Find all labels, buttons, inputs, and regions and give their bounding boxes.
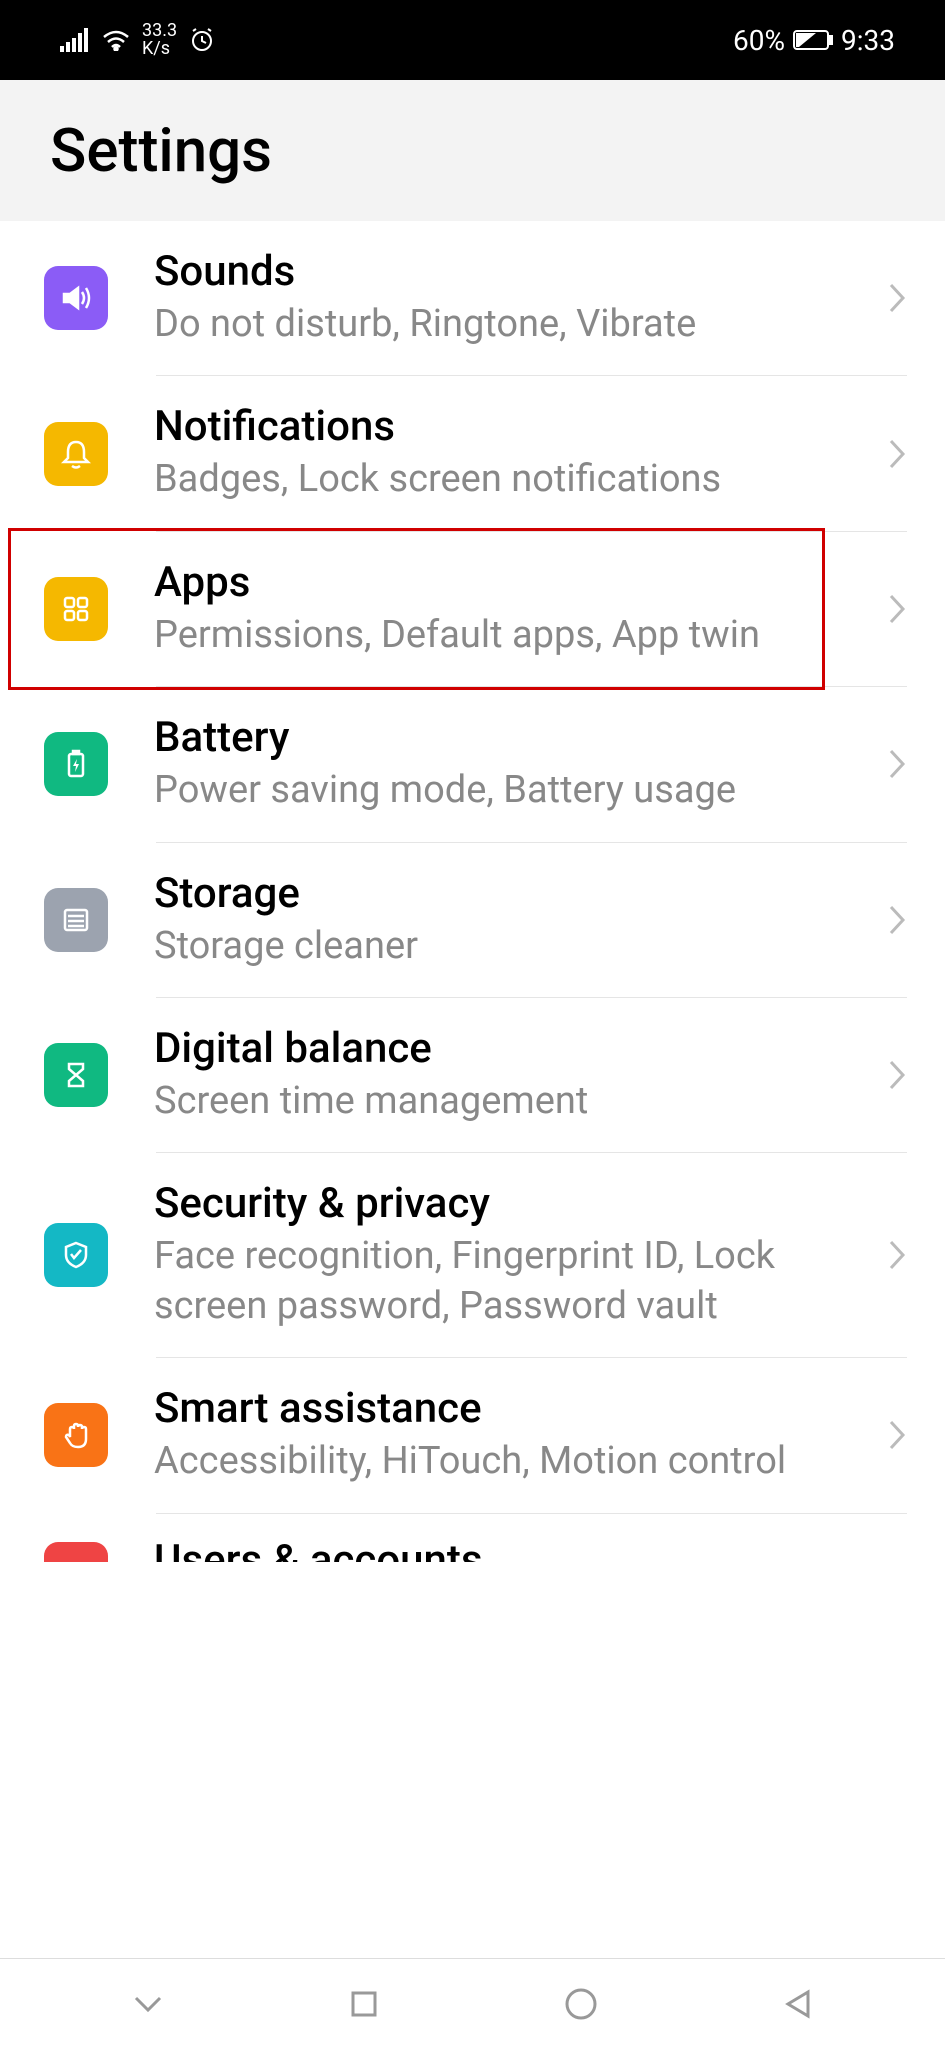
- settings-item-battery[interactable]: Battery Power saving mode, Battery usage: [0, 687, 945, 841]
- item-subtitle: Power saving mode, Battery usage: [154, 766, 867, 815]
- settings-item-digital-balance[interactable]: Digital balance Screen time management: [0, 998, 945, 1152]
- item-title: Battery: [154, 713, 867, 762]
- chevron-right-icon: [887, 1418, 907, 1452]
- status-left: 33.3 K/s: [60, 22, 215, 58]
- hand-icon: [44, 1403, 108, 1467]
- item-title: Apps: [154, 558, 867, 607]
- settings-item-security[interactable]: Security & privacy Face recognition, Fin…: [0, 1153, 945, 1357]
- nav-dropdown-button[interactable]: [128, 1984, 168, 2024]
- chevron-right-icon: [887, 903, 907, 937]
- battery-icon: [44, 732, 108, 796]
- shield-icon: [44, 1223, 108, 1287]
- settings-item-smart-assistance[interactable]: Smart assistance Accessibility, HiTouch,…: [0, 1358, 945, 1512]
- wifi-icon: [102, 29, 130, 51]
- item-subtitle: Storage cleaner: [154, 922, 867, 971]
- settings-item-sounds[interactable]: Sounds Do not disturb, Ringtone, Vibrate: [0, 221, 945, 375]
- item-title: Sounds: [154, 247, 867, 296]
- settings-list: Sounds Do not disturb, Ringtone, Vibrate…: [0, 221, 945, 1562]
- item-title: Smart assistance: [154, 1384, 867, 1433]
- battery-icon: [793, 30, 833, 50]
- status-bar: 33.3 K/s 60% 9:33: [0, 0, 945, 80]
- item-title: Users & accounts: [154, 1540, 483, 1562]
- bell-icon: [44, 422, 108, 486]
- item-subtitle: Badges, Lock screen notifications: [154, 455, 867, 504]
- header: Settings: [0, 80, 945, 221]
- nav-recent-button[interactable]: [344, 1984, 384, 2024]
- chevron-right-icon: [887, 1238, 907, 1272]
- item-subtitle: Do not disturb, Ringtone, Vibrate: [154, 300, 867, 349]
- settings-item-storage[interactable]: Storage Storage cleaner: [0, 843, 945, 997]
- time: 9:33: [841, 24, 895, 57]
- sound-icon: [44, 266, 108, 330]
- users-icon: [44, 1542, 108, 1562]
- item-title: Security & privacy: [154, 1179, 867, 1228]
- status-right: 60% 9:33: [733, 24, 895, 57]
- item-subtitle: Face recognition, Fingerprint ID, Lock s…: [154, 1232, 867, 1331]
- nav-back-button[interactable]: [777, 1984, 817, 2024]
- navigation-bar: [0, 1958, 945, 2048]
- item-title: Notifications: [154, 402, 867, 451]
- chevron-right-icon: [887, 437, 907, 471]
- apps-icon: [44, 577, 108, 641]
- chevron-right-icon: [887, 281, 907, 315]
- item-title: Digital balance: [154, 1024, 867, 1073]
- settings-item-notifications[interactable]: Notifications Badges, Lock screen notifi…: [0, 376, 945, 530]
- battery-percent: 60%: [733, 24, 785, 57]
- item-subtitle: Screen time management: [154, 1077, 867, 1126]
- chevron-right-icon: [887, 747, 907, 781]
- alarm-icon: [189, 27, 215, 53]
- network-speed: 33.3 K/s: [142, 22, 177, 58]
- item-title: Storage: [154, 869, 867, 918]
- signal-icon: [60, 28, 90, 52]
- storage-icon: [44, 888, 108, 952]
- nav-home-button[interactable]: [561, 1984, 601, 2024]
- chevron-right-icon: [887, 1058, 907, 1092]
- settings-item-users-accounts[interactable]: Users & accounts: [0, 1514, 945, 1562]
- item-subtitle: Accessibility, HiTouch, Motion control: [154, 1437, 867, 1486]
- settings-item-apps[interactable]: Apps Permissions, Default apps, App twin: [0, 532, 945, 686]
- hourglass-icon: [44, 1043, 108, 1107]
- chevron-right-icon: [887, 592, 907, 626]
- item-subtitle: Permissions, Default apps, App twin: [154, 611, 867, 660]
- page-title: Settings: [50, 115, 895, 186]
